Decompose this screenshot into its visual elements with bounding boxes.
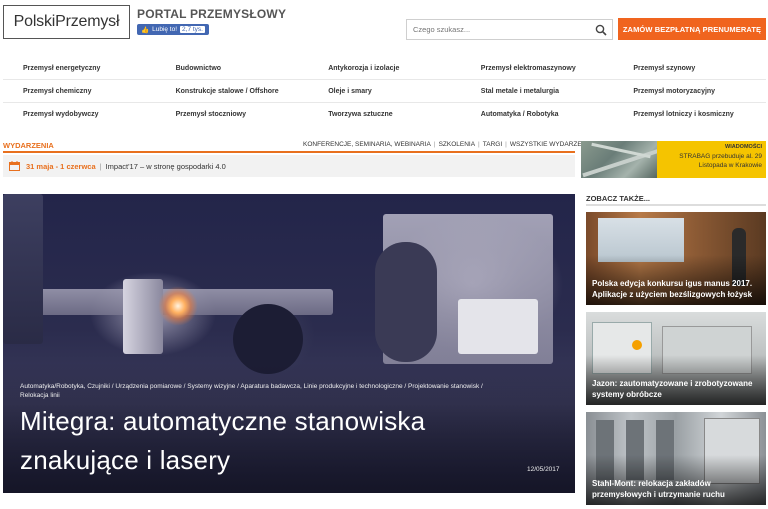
events-divider bbox=[3, 151, 575, 153]
category-link[interactable]: Antykorozja i izolacje bbox=[308, 57, 461, 79]
category-link[interactable]: Przemysł lotniczy i kosmiczny bbox=[613, 103, 766, 126]
separator: | bbox=[433, 141, 436, 148]
calendar-icon bbox=[9, 161, 20, 171]
related-article-caption[interactable]: Polska edycja konkursu igus manus 2017. … bbox=[592, 279, 760, 300]
category-link[interactable]: Przemysł stoczniowy bbox=[156, 103, 309, 126]
category-row: Przemysł chemiczny Konstrukcje stalowe /… bbox=[3, 80, 766, 103]
events-link-fairs[interactable]: TARGI bbox=[483, 141, 502, 148]
machine-part bbox=[3, 194, 43, 344]
site-logo[interactable]: PolskiPrzemysł bbox=[3, 5, 130, 39]
laser-spark bbox=[158, 286, 198, 326]
events-link-conferences[interactable]: KONFERENCJE, SEMINARIA, WEBINARIA bbox=[303, 141, 431, 148]
events-heading[interactable]: WYDARZENIA bbox=[3, 141, 54, 150]
hero-categories[interactable]: Automatyka/Robotyka, Czujniki / Urządzen… bbox=[20, 382, 490, 400]
machine-part bbox=[123, 279, 163, 354]
related-article-caption[interactable]: Jazon: zautomatyzowane i zrobotyzowane s… bbox=[592, 379, 760, 400]
category-link[interactable]: Stal metale i metalurgia bbox=[461, 80, 614, 102]
news-teaser-image bbox=[581, 141, 657, 178]
category-row: Przemysł wydobywczy Przemysł stoczniowy … bbox=[3, 103, 766, 126]
category-nav: Przemysł energetyczny Budownictwo Antyko… bbox=[3, 57, 766, 127]
category-row: Przemysł energetyczny Budownictwo Antyko… bbox=[3, 57, 766, 80]
category-link[interactable]: Przemysł szynowy bbox=[613, 57, 766, 79]
fb-like-count: 2,7 tys. bbox=[180, 26, 205, 33]
related-article-card[interactable]: Polska edycja konkursu igus manus 2017. … bbox=[586, 212, 766, 305]
event-date: 31 maja - 1 czerwca bbox=[26, 161, 96, 171]
see-also-divider bbox=[586, 204, 766, 206]
hero-article[interactable]: Automatyka/Robotyka, Czujniki / Urządzen… bbox=[3, 194, 575, 493]
category-link[interactable]: Przemysł motoryzacyjny bbox=[613, 80, 766, 102]
category-link[interactable]: Przemysł chemiczny bbox=[3, 80, 156, 102]
facebook-like-button[interactable]: 👍 Lubię to! 2,7 tys. bbox=[137, 24, 209, 35]
news-teaser[interactable]: WIADOMOŚCI STRABAG przebuduje al. 29 Lis… bbox=[581, 141, 766, 178]
worker bbox=[632, 340, 642, 350]
category-link[interactable]: Przemysł energetyczny bbox=[3, 57, 156, 79]
subscribe-button[interactable]: ZAMÓW BEZPŁATNĄ PRENUMERATĘ bbox=[618, 18, 766, 40]
events-link-trainings[interactable]: SZKOLENIA bbox=[439, 141, 475, 148]
portal-title: PORTAL PRZEMYSŁOWY bbox=[137, 7, 287, 21]
see-also-heading: ZOBACZ TAKŻE... bbox=[586, 194, 651, 203]
news-teaser-text: WIADOMOŚCI STRABAG przebuduje al. 29 Lis… bbox=[657, 141, 766, 178]
machine-part bbox=[458, 299, 538, 354]
separator: | bbox=[478, 141, 480, 148]
category-link[interactable]: Konstrukcje stalowe / Offshore bbox=[156, 80, 309, 102]
fb-like-label: Lubię to! bbox=[152, 26, 178, 33]
category-link[interactable]: Budownictwo bbox=[156, 57, 309, 79]
related-article-card[interactable]: Jazon: zautomatyzowane i zrobotyzowane s… bbox=[586, 312, 766, 405]
news-teaser-label: WIADOMOŚCI bbox=[725, 144, 762, 150]
category-link[interactable]: Automatyka / Robotyka bbox=[461, 103, 614, 126]
category-link[interactable]: Przemysł elektromaszynowy bbox=[461, 57, 614, 79]
separator: | bbox=[99, 161, 102, 171]
separator: | bbox=[505, 141, 507, 148]
thumbs-up-icon: 👍 bbox=[141, 26, 150, 34]
hero-title[interactable]: Mitegra: automatyczne stanowiska znakują… bbox=[20, 402, 500, 480]
related-article-caption[interactable]: Stahl-Mont: relokacja zakładów przemysło… bbox=[592, 479, 760, 500]
hero-date: 12/05/2017 bbox=[527, 466, 560, 473]
search-icon[interactable] bbox=[595, 24, 607, 36]
search-box bbox=[406, 19, 613, 40]
event-item[interactable]: 31 maja - 1 czerwca | Impact'17 – w stro… bbox=[3, 155, 575, 177]
machine-part bbox=[375, 242, 437, 362]
category-link[interactable]: Przemysł wydobywczy bbox=[3, 103, 156, 126]
related-article-card[interactable]: Stahl-Mont: relokacja zakładów przemysło… bbox=[586, 412, 766, 505]
event-title[interactable]: Impact'17 – w stronę gospodarki 4.0 bbox=[106, 162, 226, 171]
search-input[interactable] bbox=[407, 25, 587, 34]
events-links: KONFERENCJE, SEMINARIA, WEBINARIA | SZKO… bbox=[303, 141, 593, 148]
category-link[interactable]: Oleje i smary bbox=[308, 80, 461, 102]
category-link[interactable]: Tworzywa sztuczne bbox=[308, 103, 461, 126]
news-teaser-title[interactable]: STRABAG przebuduje al. 29 Listopada w Kr… bbox=[661, 152, 762, 170]
